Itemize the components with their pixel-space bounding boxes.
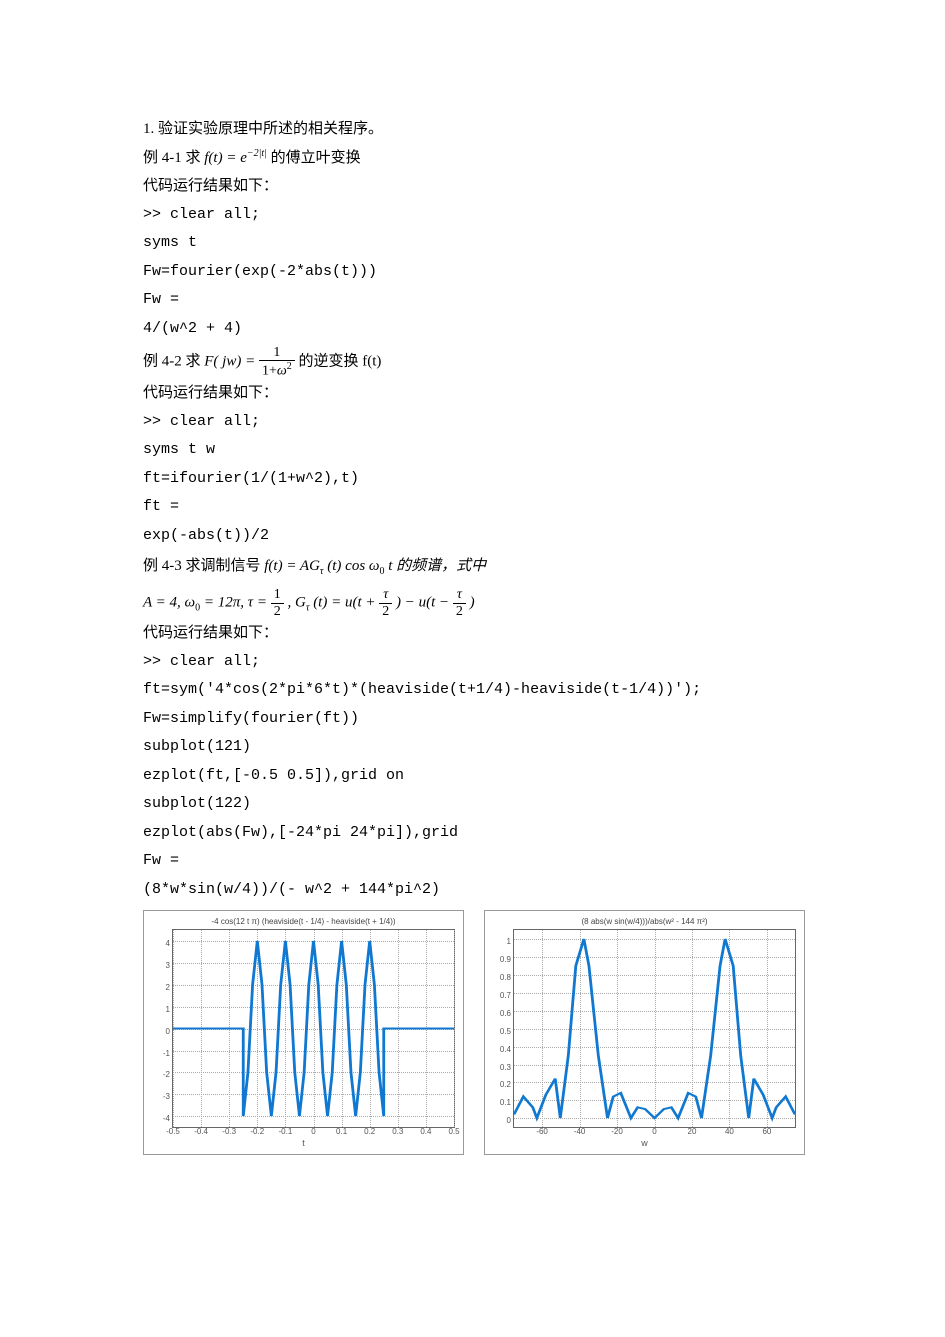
math-Fjw: F( jw): [204, 354, 241, 370]
math-sub0: 0: [380, 566, 385, 577]
chart-frequency-domain: (8 abs(w sin(w/4)))/abs(w² - 144 π²) -60…: [484, 910, 805, 1155]
example-4-2-statement: 例 4-2 求 F( jw) = 1 1+ω2 的逆变换 f(t): [143, 345, 805, 379]
frac-den: 2: [271, 604, 284, 619]
example-4-3-params: A = 4, ω0 = 12π, τ = 1 2 , Gτ (t) = u(t …: [143, 587, 805, 619]
math-e: e: [240, 150, 247, 166]
frac-num: 1: [259, 345, 295, 361]
code-line: (8*w*sin(w/4))/(- w^2 + 144*pi^2): [143, 876, 805, 905]
math-omega: ω: [369, 558, 380, 574]
param-mid: ) − u(t −: [396, 595, 453, 611]
fraction: τ 2: [379, 587, 392, 619]
section-heading: 1. 验证实验原理中所述的相关程序。: [143, 115, 805, 144]
param-G: G: [295, 595, 306, 611]
param-omega-sub: 0: [195, 603, 200, 614]
suffix-text: 的逆变换 f(t): [299, 354, 382, 370]
param-G-arg: (t) = u(t +: [313, 595, 379, 611]
frac-den: 1+ω2: [259, 361, 295, 379]
math-ft: f(t): [204, 150, 222, 166]
x-axis-label: t: [144, 1135, 463, 1152]
frac-den: 2: [379, 604, 392, 619]
code-line: >> clear all;: [143, 201, 805, 230]
code-line: >> clear all;: [143, 648, 805, 677]
math-sub-tau: τ: [320, 566, 324, 577]
document-page: 1. 验证实验原理中所述的相关程序。 例 4-1 求 f(t) = e−2|t|…: [0, 0, 945, 1205]
math-t-spectrum: t 的频谱，式中: [388, 558, 486, 574]
param-tau: τ =: [248, 595, 271, 611]
chart-time-domain: -4 cos(12 t π) (heaviside(t - 1/4) - hea…: [143, 910, 464, 1155]
result-label: 代码运行结果如下：: [143, 619, 805, 648]
code-line: Fw=simplify(fourier(ft)): [143, 705, 805, 734]
chart-title: (8 abs(w sin(w/4)))/abs(w² - 144 π²): [485, 911, 804, 929]
prefix-text: 例 4-1 求: [143, 150, 201, 166]
curve-svg: [514, 930, 795, 1127]
frac-num: τ: [379, 587, 392, 603]
code-line: >> clear all;: [143, 408, 805, 437]
fraction: τ 2: [453, 587, 466, 619]
code-line: Fw =: [143, 847, 805, 876]
frac-den: 2: [453, 604, 466, 619]
math-eq: =: [245, 354, 259, 370]
code-line: ft=ifourier(1/(1+w^2),t): [143, 465, 805, 494]
math-ft: f(t) = AG: [264, 558, 320, 574]
code-line: subplot(121): [143, 733, 805, 762]
data-series: [173, 941, 454, 1116]
frac-num: τ: [453, 587, 466, 603]
code-line: ezplot(ft,[-0.5 0.5]),grid on: [143, 762, 805, 791]
param-A: A = 4,: [143, 595, 185, 611]
param-sep: ,: [288, 595, 296, 611]
chart-title: -4 cos(12 t π) (heaviside(t - 1/4) - hea…: [144, 911, 463, 929]
plot-area: -60-40-20020406000.10.20.30.40.50.60.70.…: [513, 929, 796, 1128]
den-a: 1+: [262, 364, 277, 379]
charts-row: -4 cos(12 t π) (heaviside(t - 1/4) - hea…: [143, 910, 805, 1155]
math-exp: −2|t|: [247, 148, 267, 159]
param-omega: ω: [185, 595, 196, 611]
result-label: 代码运行结果如下：: [143, 379, 805, 408]
data-series: [514, 939, 795, 1118]
fraction: 1 2: [271, 587, 284, 619]
suffix-text: 的傅立叶变换: [271, 150, 361, 166]
example-4-1-statement: 例 4-1 求 f(t) = e−2|t| 的傅立叶变换: [143, 144, 805, 173]
den-exp: 2: [287, 361, 292, 372]
frac-num: 1: [271, 587, 284, 603]
curve-svg: [173, 930, 454, 1127]
math-eq: =: [226, 150, 240, 166]
code-line: subplot(122): [143, 790, 805, 819]
code-line: Fw =: [143, 286, 805, 315]
den-omega: ω: [277, 364, 287, 379]
prefix-text: 例 4-2 求: [143, 354, 201, 370]
example-4-3-statement: 例 4-3 求调制信号 f(t) = AGτ (t) cos ω0 t 的频谱，…: [143, 552, 805, 581]
code-line: syms t: [143, 229, 805, 258]
math-cos: (t) cos: [327, 558, 365, 574]
prefix-text: 例 4-3 求调制信号: [143, 558, 264, 574]
param-omega-val: = 12π,: [204, 595, 248, 611]
plot-area: -0.5-0.4-0.3-0.2-0.100.10.20.30.40.5-4-3…: [172, 929, 455, 1128]
param-end: ): [470, 595, 475, 611]
code-line: exp(-abs(t))/2: [143, 522, 805, 551]
result-label: 代码运行结果如下：: [143, 172, 805, 201]
code-line: ezplot(abs(Fw),[-24*pi 24*pi]),grid: [143, 819, 805, 848]
code-line: Fw=fourier(exp(-2*abs(t))): [143, 258, 805, 287]
fraction: 1 1+ω2: [259, 345, 295, 379]
x-axis-label: w: [485, 1135, 804, 1152]
code-line: 4/(w^2 + 4): [143, 315, 805, 344]
code-line: syms t w: [143, 436, 805, 465]
param-G-sub: τ: [306, 603, 310, 614]
code-line: ft =: [143, 493, 805, 522]
code-line: ft=sym('4*cos(2*pi*6*t)*(heaviside(t+1/4…: [143, 676, 805, 705]
